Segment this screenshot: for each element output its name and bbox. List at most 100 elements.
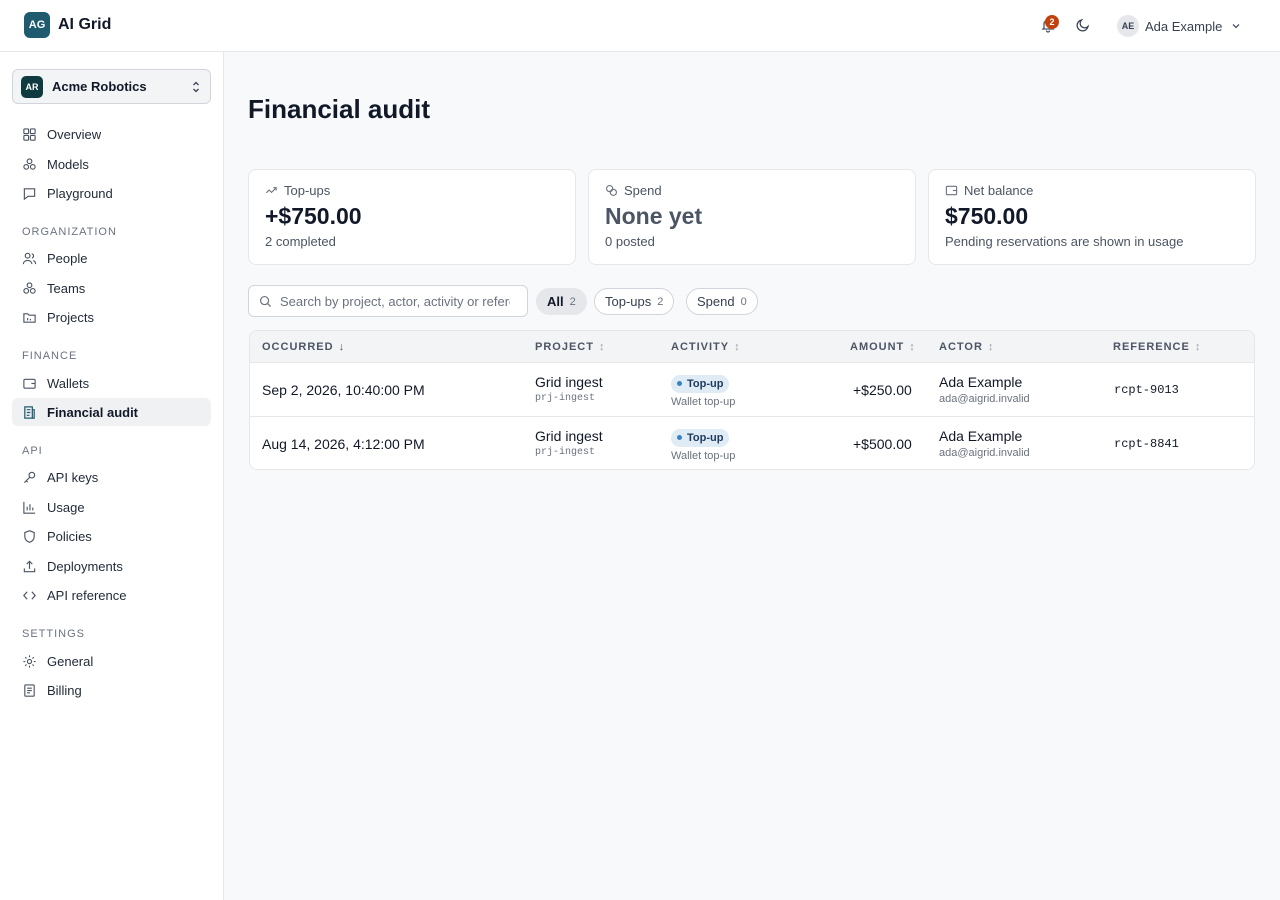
sidebar-item-api-keys[interactable]: API keys xyxy=(12,463,211,491)
audit-table: OCCURRED ↓ PROJECT ↕ ACTIVITY ↕ AMOUNT ↕… xyxy=(249,330,1255,470)
card-value: +$750.00 xyxy=(265,203,362,229)
sidebar-item-label: Projects xyxy=(47,309,94,325)
activity-cell: Top-up Wallet top-up xyxy=(671,373,735,408)
sidebar-item-wallets[interactable]: Wallets xyxy=(12,369,211,397)
sidebar-item-label: Wallets xyxy=(47,375,90,391)
column-header-project[interactable]: PROJECT ↕ xyxy=(535,341,604,353)
card-subtext: Pending reservations are shown in usage xyxy=(945,234,1184,249)
brand[interactable]: AG AI Grid xyxy=(24,12,111,38)
activity-subtext: Wallet top-up xyxy=(671,449,736,462)
sort-icon: ↕ xyxy=(734,341,740,353)
reference-cell: rcpt-9013 xyxy=(1114,383,1179,397)
sidebar-item-label: API keys xyxy=(47,469,99,485)
user-name: Ada Example xyxy=(1145,18,1223,34)
user-avatar: AE xyxy=(1117,15,1139,37)
wallet-icon xyxy=(23,378,36,389)
card-subtext: 0 posted xyxy=(605,234,655,249)
app-logo: AG xyxy=(24,12,50,38)
activity-label: Top-up xyxy=(687,431,724,444)
sidebar-item-deployments[interactable]: Deployments xyxy=(12,552,211,580)
amount-cell: +$500.00 xyxy=(853,436,912,452)
sidebar-item-api-reference[interactable]: API reference xyxy=(12,581,211,609)
sort-icon: ↕ xyxy=(1194,341,1201,353)
card-header: Spend xyxy=(605,183,662,198)
actor-email: ada@aigrid.invalid xyxy=(939,393,1030,405)
table-row[interactable]: Sep 2, 2026, 10:40:00 PM Grid ingest prj… xyxy=(250,363,1254,417)
sort-icon: ↕ xyxy=(987,341,994,353)
sidebar-item-projects[interactable]: Projects xyxy=(12,303,211,331)
sidebar-item-label: Models xyxy=(47,156,89,172)
models-icon xyxy=(23,157,36,170)
topup-icon xyxy=(265,187,277,194)
teams-icon xyxy=(23,281,36,294)
actor-email: ada@aigrid.invalid xyxy=(939,447,1030,459)
search-input[interactable] xyxy=(280,293,510,309)
gear-icon xyxy=(23,654,36,668)
chevron-down-icon xyxy=(1232,24,1240,29)
actor-cell: Ada Example ada@aigrid.invalid xyxy=(939,374,1030,405)
column-label: OCCURRED xyxy=(262,341,334,353)
filter-chip-topups[interactable]: Top-ups 2 xyxy=(594,288,675,315)
sidebar-item-financial-audit[interactable]: Financial audit xyxy=(12,398,211,426)
card-label: Spend xyxy=(624,183,662,198)
sidebar-item-label: Usage xyxy=(47,499,85,515)
project-cell: Grid ingest prj-ingest xyxy=(535,374,603,404)
column-header-activity[interactable]: ACTIVITY ↕ xyxy=(671,341,740,353)
search-field[interactable] xyxy=(248,285,528,317)
wallet-icon xyxy=(945,185,958,196)
sidebar-item-billing[interactable]: Billing xyxy=(12,676,211,704)
org-switcher[interactable]: AR Acme Robotics xyxy=(12,69,211,104)
project-cell: Grid ingest prj-ingest xyxy=(535,428,603,458)
sidebar-item-label: Deployments xyxy=(47,558,123,574)
notification-count-badge: 2 xyxy=(1045,15,1059,29)
column-label: REFERENCE xyxy=(1113,341,1190,353)
org-name: Acme Robotics xyxy=(52,79,147,94)
sidebar-item-models[interactable]: Models xyxy=(12,150,211,178)
shield-icon xyxy=(24,529,35,543)
table-row[interactable]: Aug 14, 2026, 4:12:00 PM Grid ingest prj… xyxy=(250,417,1254,469)
sidebar-item-label: General xyxy=(47,653,94,669)
sidebar-item-playground[interactable]: Playground xyxy=(12,179,211,207)
moon-icon[interactable] xyxy=(1075,17,1091,33)
card-header: Top-ups xyxy=(265,183,330,198)
column-header-actor[interactable]: ACTOR ↕ xyxy=(939,341,993,353)
sidebar-item-policies[interactable]: Policies xyxy=(12,522,211,550)
sidebar-item-label: People xyxy=(47,250,88,266)
chip-label: All xyxy=(547,294,564,309)
app-name: AI Grid xyxy=(58,16,112,33)
key-icon xyxy=(23,471,36,483)
sidebar-item-people[interactable]: People xyxy=(12,244,211,272)
activity-badge: Top-up xyxy=(671,428,730,447)
filter-chip-all[interactable]: All 2 xyxy=(536,288,587,315)
actor-name: Ada Example xyxy=(939,428,1023,444)
upload-icon xyxy=(23,560,36,572)
project-name: Grid ingest xyxy=(535,374,603,390)
activity-cell: Top-up Wallet top-up xyxy=(671,427,735,462)
grid-icon xyxy=(23,127,36,141)
section-heading-finance: FINANCE xyxy=(22,350,78,362)
actor-name: Ada Example xyxy=(939,374,1023,390)
coins-icon xyxy=(606,185,617,196)
chip-count: 0 xyxy=(740,295,747,308)
sidebar-item-usage[interactable]: Usage xyxy=(12,493,211,521)
card-label: Top-ups xyxy=(284,183,331,198)
summary-card-net-balance: Net balance $750.00 Pending reservations… xyxy=(928,169,1256,265)
column-header-reference[interactable]: REFERENCE ↕ xyxy=(1113,341,1200,353)
sidebar-item-general[interactable]: General xyxy=(12,647,211,675)
actor-cell: Ada Example ada@aigrid.invalid xyxy=(939,428,1030,459)
sidebar-item-label: Billing xyxy=(47,682,82,698)
main-content: Financial audit Top-ups +$750.00 2 compl… xyxy=(224,52,1280,900)
column-header-occurred[interactable]: OCCURRED ↓ xyxy=(262,341,344,353)
sidebar-item-label: Teams xyxy=(47,280,86,296)
column-header-amount[interactable]: AMOUNT ↕ xyxy=(850,341,915,353)
sidebar-item-label: Policies xyxy=(47,528,92,544)
sort-desc-icon: ↓ xyxy=(338,341,345,353)
user-menu[interactable]: AE Ada Example xyxy=(1117,15,1242,37)
sort-icon: ↕ xyxy=(598,341,605,353)
top-bar: AG AI Grid 2 AE Ada Example xyxy=(0,0,1280,52)
filter-chip-spend[interactable]: Spend 0 xyxy=(686,288,758,315)
people-icon xyxy=(22,252,37,264)
sidebar-item-teams[interactable]: Teams xyxy=(12,274,211,302)
sidebar-item-overview[interactable]: Overview xyxy=(12,120,211,148)
chip-count: 2 xyxy=(657,295,664,308)
